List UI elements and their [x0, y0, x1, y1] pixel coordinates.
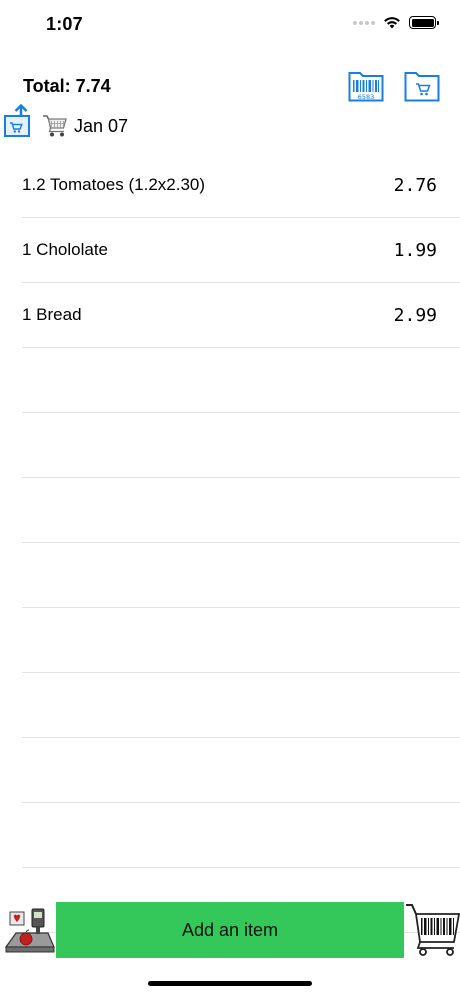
folder-barcode-icon: 6583 [348, 72, 384, 102]
status-time: 1:07 [46, 14, 83, 34]
empty-row [22, 543, 460, 608]
cellular-signal-icon [353, 20, 375, 25]
item-price: 2.99 [393, 304, 437, 326]
item-name: 1 Bread [22, 305, 82, 324]
scan-barcode-button[interactable] [404, 900, 460, 958]
item-name: 1.2 Tomatoes (1.2x2.30) [22, 175, 206, 194]
home-indicator [148, 981, 312, 986]
folder-cart-icon [404, 72, 440, 102]
empty-row [22, 608, 460, 673]
empty-row [22, 478, 460, 543]
list-item[interactable]: 1 Bread 2.99 [22, 283, 460, 348]
item-price: 1.99 [393, 239, 437, 261]
list-item[interactable]: 1 Chololate 1.99 [22, 218, 460, 283]
empty-row [22, 738, 460, 803]
item-list[interactable]: 1.2 Tomatoes (1.2x2.30) 2.76 1 Chololate… [22, 153, 460, 933]
battery-icon [409, 16, 439, 29]
status-icons [353, 16, 439, 29]
add-item-button[interactable]: Add an item [56, 902, 404, 958]
folder-barcode-button[interactable]: 6583 [348, 68, 384, 102]
share-icon [4, 103, 30, 137]
empty-row [22, 348, 460, 413]
cart-barcode-icon [406, 904, 460, 956]
total-label: Total: 7.74 [23, 76, 111, 96]
scale-icon [4, 908, 55, 953]
item-name: 1 Chololate [22, 240, 109, 259]
scale-button[interactable] [2, 903, 56, 957]
item-price: 2.76 [393, 174, 437, 196]
empty-row [22, 803, 460, 868]
folder-barcode-number: 6583 [358, 93, 375, 101]
empty-row [22, 413, 460, 478]
list-date: Jan 07 [74, 115, 129, 136]
wifi-icon [384, 17, 400, 29]
list-item[interactable]: 1.2 Tomatoes (1.2x2.30) 2.76 [22, 153, 460, 218]
status-bar: 1:07 [0, 0, 460, 52]
list-title[interactable]: Jan 07 [42, 112, 128, 140]
shopping-cart-icon [43, 115, 67, 137]
share-button[interactable] [3, 103, 33, 138]
folder-cart-button[interactable] [404, 68, 440, 102]
empty-row [22, 673, 460, 738]
